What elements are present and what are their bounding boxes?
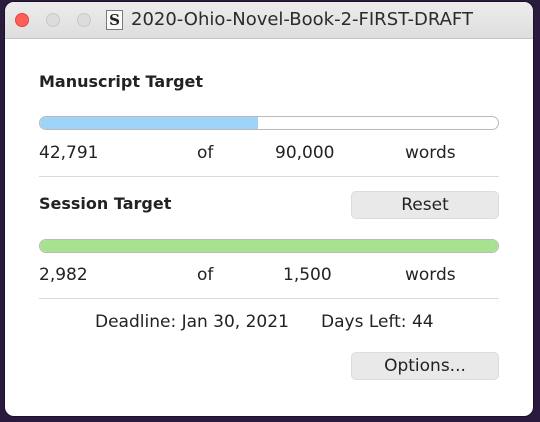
zoom-button[interactable]: [77, 13, 91, 27]
session-progress-bar: [39, 239, 499, 253]
manuscript-progress-bar: [39, 116, 499, 130]
minimize-button[interactable]: [46, 13, 60, 27]
divider: [39, 298, 499, 299]
divider: [39, 176, 499, 177]
close-button[interactable]: [15, 13, 29, 27]
days-left-label: Days Left: 44: [321, 312, 434, 332]
manuscript-current-count: 42,791: [39, 143, 99, 163]
deadline-label: Deadline: Jan 30, 2021: [95, 312, 289, 332]
scrivener-document-icon: S: [106, 10, 123, 30]
title-bar[interactable]: S 2020-Ohio-Novel-Book-2-FIRST-DRAFT: [5, 2, 533, 39]
options-button[interactable]: Options...: [351, 352, 499, 380]
session-target-heading: Session Target: [39, 194, 172, 213]
session-progress-fill: [40, 240, 498, 252]
session-current-count: 2,982: [39, 265, 88, 285]
project-targets-window: S 2020-Ohio-Novel-Book-2-FIRST-DRAFT Man…: [5, 2, 533, 416]
session-unit-label[interactable]: words: [405, 265, 456, 285]
manuscript-unit-label[interactable]: words: [405, 143, 456, 163]
manuscript-of-label: of: [197, 143, 214, 163]
session-target-count[interactable]: 1,500: [283, 265, 332, 285]
reset-button[interactable]: Reset: [351, 191, 499, 219]
manuscript-progress-fill: [40, 117, 258, 129]
window-title: 2020-Ohio-Novel-Book-2-FIRST-DRAFT: [131, 9, 473, 30]
manuscript-target-count[interactable]: 90,000: [275, 143, 334, 163]
manuscript-target-heading: Manuscript Target: [39, 72, 204, 91]
session-of-label: of: [197, 265, 214, 285]
